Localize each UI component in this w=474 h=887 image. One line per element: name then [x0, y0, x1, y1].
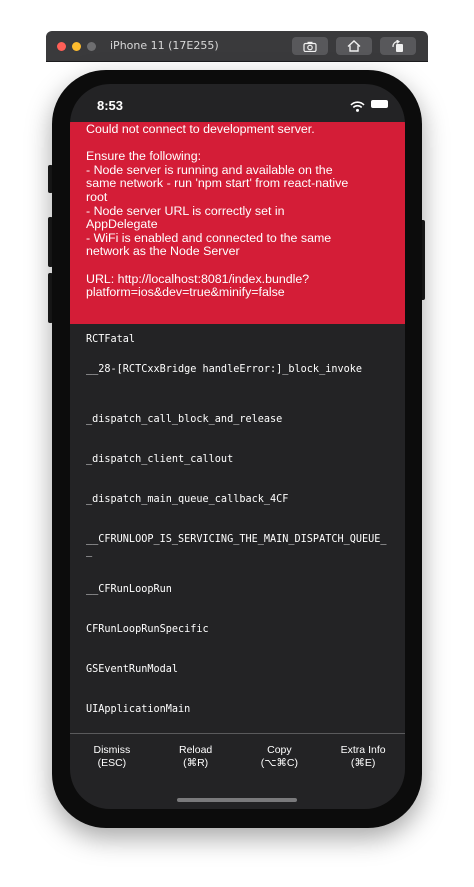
error-line: Could not connect to development server.: [86, 122, 315, 136]
error-line: network as the Node Server: [86, 244, 240, 259]
home-icon: [347, 40, 361, 52]
stack-frame[interactable]: __CFRUNLOOP_IS_SERVICING_THE_MAIN_DISPAT…: [86, 534, 391, 558]
redbox-footer: Dismiss (ESC) Reload (⌘R) Copy (⌥⌘C) Extra Inf…: [70, 744, 405, 774]
error-line: - Node server URL is correctly set in: [86, 203, 285, 218]
rotate-icon: [391, 39, 405, 53]
home-button[interactable]: [336, 37, 372, 55]
error-line: platform=ios&dev=true&minify=false: [86, 285, 285, 300]
battery-icon: [371, 100, 388, 108]
status-time: 8:53: [97, 98, 124, 113]
stack-frame[interactable]: RCTFatal: [86, 334, 391, 346]
error-line: same network - run 'npm start' from reac…: [86, 176, 349, 191]
error-line: - WiFi is enabled and connected to the s…: [86, 230, 332, 245]
error-line: AppDelegate: [86, 217, 158, 232]
footer-button-label: Reload: [178, 744, 213, 756]
simulator-title: iPhone 11 (17E255): [110, 39, 219, 52]
stack-frame[interactable]: UIApplicationMain: [86, 704, 391, 716]
footer-button-label: Extra Info: [340, 744, 386, 756]
stack-frame[interactable]: CFRunLoopRunSpecific: [86, 624, 391, 636]
error-line: root: [86, 189, 108, 204]
footer-button-shortcut: (ESC): [97, 756, 127, 769]
simulator-title-bar: iPhone 11 (17E255): [46, 31, 428, 61]
phone-screen: 8:53 Could not connect to development se…: [70, 84, 405, 809]
footer-button-shortcut: (⌥⌘C): [260, 756, 298, 769]
footer-button-shortcut: (⌘E): [350, 756, 376, 769]
error-line: - Node server is running and available o…: [86, 162, 333, 177]
wifi-icon: [350, 99, 365, 117]
status-bar: 8:53: [70, 84, 405, 122]
screenshot-icon: [303, 41, 317, 52]
error-line: [86, 259, 393, 273]
stack-frame[interactable]: _dispatch_call_block_and_release: [86, 414, 391, 426]
stack-frame[interactable]: __28-[RCTCxxBridge handleError:]_block_i…: [86, 364, 391, 376]
close-window-button[interactable]: [57, 42, 66, 51]
error-line: URL: http://localhost:8081/index.bundle?: [86, 271, 310, 286]
stack-frame[interactable]: __CFRunLoopRun: [86, 584, 391, 596]
copy-button[interactable]: Copy (⌥⌘C): [238, 744, 322, 774]
footer-button-shortcut: (⌘R): [183, 756, 209, 769]
footer-button-label: Copy: [267, 744, 292, 756]
reload-button[interactable]: Reload (⌘R): [154, 744, 238, 774]
error-message-box: Could not connect to development server.…: [70, 122, 405, 324]
extra-info-button[interactable]: Extra Info (⌘E): [321, 744, 405, 774]
stack-frame[interactable]: _dispatch_client_callout: [86, 454, 391, 466]
home-indicator: [177, 798, 297, 802]
rotate-button[interactable]: [380, 37, 416, 55]
error-line: [86, 137, 393, 151]
stack-frame[interactable]: _dispatch_main_queue_callback_4CF: [86, 494, 391, 506]
zoom-window-button[interactable]: [87, 42, 96, 51]
minimize-window-button[interactable]: [72, 42, 81, 51]
screenshot-button[interactable]: [292, 37, 328, 55]
dismiss-button[interactable]: Dismiss (ESC): [70, 744, 154, 774]
footer-button-label: Dismiss: [93, 744, 131, 756]
footer-divider: [70, 733, 405, 734]
error-line: Ensure the following:: [86, 149, 202, 164]
stack-frame[interactable]: GSEventRunModal: [86, 664, 391, 676]
